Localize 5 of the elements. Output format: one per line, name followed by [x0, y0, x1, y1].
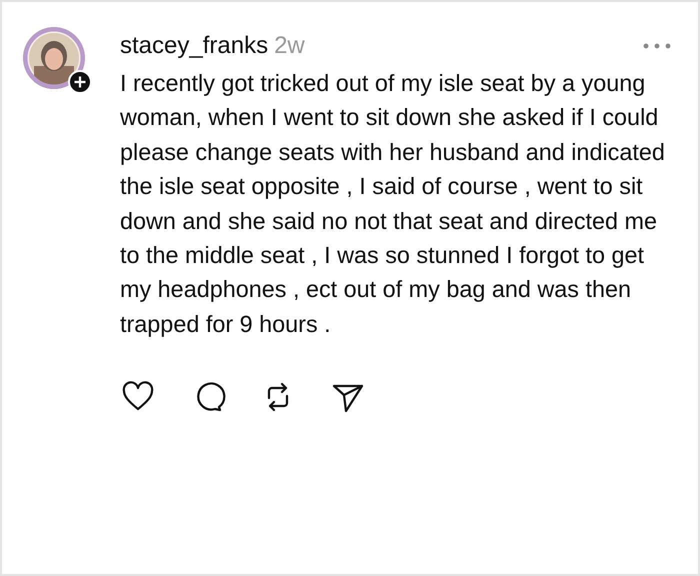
post-time: 2w: [274, 32, 305, 60]
username[interactable]: stacey_franks: [120, 32, 268, 60]
more-icon[interactable]: [642, 42, 672, 50]
post-text: I recently got tricked out of my isle seat by a young woman, when I went to sit down she asked if I could please change seats with her husband and indicated the isle seat opposite , I said of course , went to sit down and she said no not that seat and directed me to the middle seat , I was so stunned I forgot to get my headphones , ect out of my bag and was then trapped for 9 hours .: [120, 69, 666, 339]
follow-icon[interactable]: [68, 70, 92, 94]
